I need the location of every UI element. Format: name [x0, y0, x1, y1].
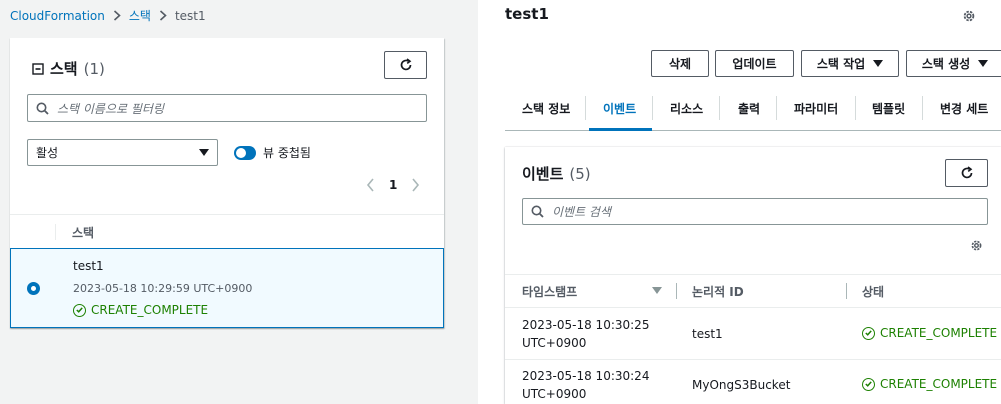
row-radio-selected[interactable] [27, 282, 40, 295]
chevron-right-icon [159, 10, 167, 21]
stacks-refresh-button[interactable] [384, 51, 427, 79]
delete-label: 삭제 [668, 57, 692, 71]
gear-icon[interactable] [962, 9, 976, 23]
chevron-right-icon[interactable] [411, 178, 420, 192]
active-tab-indicator [589, 128, 652, 131]
event-timestamp: 2023-05-18 10:30:24 [522, 369, 650, 383]
breadcrumb-stacks[interactable]: 스택 [129, 7, 151, 24]
column-separator [676, 283, 677, 299]
stacks-title: 스택 [50, 60, 78, 78]
stack-search-input[interactable]: 스택 이름으로 필터링 [27, 94, 427, 122]
tab-divider [922, 96, 923, 120]
tab-divider [719, 96, 720, 120]
page-title: test1 [505, 5, 549, 23]
success-icon [862, 377, 875, 391]
tab-divider [776, 96, 777, 120]
stack-actions-button[interactable]: 스택 작업 [801, 50, 899, 77]
column-separator [846, 283, 847, 299]
events-count: (5) [569, 164, 591, 183]
update-label: 업데이트 [732, 57, 777, 71]
breadcrumb-current: test1 [174, 8, 206, 23]
stack-status-text: CREATE_COMPLETE [91, 303, 209, 317]
breadcrumb-cloudformation[interactable]: CloudFormation [10, 9, 105, 23]
caret-down-icon [199, 149, 209, 156]
nested-view-toggle[interactable]: 뷰 중첩됨 [234, 144, 311, 161]
chevron-left-icon[interactable] [366, 178, 375, 192]
tabs-underline [505, 130, 1001, 131]
tab-change-sets[interactable]: 변경 세트 [940, 100, 988, 117]
create-stack-label: 스택 생성 [921, 57, 971, 71]
events-title: 이벤트 [522, 165, 564, 183]
tab-events[interactable]: 이벤트 [603, 100, 636, 117]
tab-divider [652, 96, 653, 120]
event-status-text: CREATE_COMPLETE [880, 377, 998, 391]
stack-date: 2023-05-18 10:29:59 UTC+0900 [73, 282, 253, 295]
tab-parameters[interactable]: 파라미터 [794, 100, 838, 117]
tab-template[interactable]: 템플릿 [872, 100, 905, 117]
column-header-timestamp[interactable]: 타임스탬프 [522, 283, 577, 300]
event-timestamp: 2023-05-18 10:30:25 [522, 318, 650, 332]
table-divider [10, 214, 444, 215]
caret-down-icon [873, 60, 884, 67]
stack-column-header[interactable]: 스택 [72, 224, 94, 241]
event-status: CREATE_COMPLETE [862, 377, 997, 391]
stacks-panel-header: 스택 (1) [32, 58, 105, 79]
tab-divider [855, 96, 856, 120]
tab-divider [585, 96, 586, 120]
event-logical-id: MyOngS3Bucket [692, 378, 791, 392]
collapse-icon[interactable] [32, 62, 44, 75]
events-header: 이벤트 (5) [522, 163, 591, 184]
breadcrumb: CloudFormation 스택 test1 [10, 7, 206, 24]
event-search-input[interactable]: 이벤트 검색 [522, 198, 988, 225]
selection-column-separator [55, 224, 56, 240]
column-header-status[interactable]: 상태 [862, 283, 884, 300]
page-number[interactable]: 1 [389, 178, 397, 192]
refresh-icon [400, 58, 411, 71]
chevron-right-icon [113, 10, 121, 21]
search-icon [531, 205, 544, 218]
status-filter-value: 활성 [36, 146, 59, 160]
nested-view-label: 뷰 중첩됨 [263, 146, 311, 160]
event-search-placeholder: 이벤트 검색 [552, 205, 612, 219]
stack-search-placeholder: 스택 이름으로 필터링 [57, 101, 164, 116]
table-row[interactable]: test1 2023-05-18 10:29:59 UTC+0900 CREAT… [10, 248, 444, 328]
table-row: 2023-05-18 10:30:25 UTC+0900 test1 CREAT… [505, 308, 1001, 359]
column-header-logical-id[interactable]: 논리적 ID [692, 283, 744, 300]
delete-button[interactable]: 삭제 [651, 50, 709, 77]
update-button[interactable]: 업데이트 [715, 50, 794, 77]
tab-outputs[interactable]: 출력 [738, 100, 760, 117]
stack-actions-label: 스택 작업 [816, 57, 866, 71]
stacks-count: (1) [83, 59, 105, 78]
tab-resources[interactable]: 리소스 [670, 100, 703, 117]
toggle-knob [236, 147, 246, 158]
refresh-icon [961, 166, 972, 179]
stack-name[interactable]: test1 [73, 259, 104, 273]
pagination: 1 [366, 178, 420, 192]
search-icon [36, 102, 49, 115]
event-status: CREATE_COMPLETE [862, 326, 997, 340]
create-stack-button[interactable]: 스택 생성 [906, 50, 1001, 77]
table-row: 2023-05-18 10:30:24 UTC+0900 MyOngS3Buck… [505, 360, 1001, 404]
stack-status: CREATE_COMPLETE [73, 303, 208, 317]
caret-down-icon [978, 60, 989, 67]
status-filter-select[interactable]: 활성 [27, 139, 218, 166]
toggle-switch[interactable] [234, 145, 256, 160]
events-table-top-border [505, 274, 1001, 275]
preferences-gear-icon[interactable] [970, 239, 983, 252]
events-refresh-button[interactable] [945, 159, 988, 187]
event-logical-id: test1 [692, 327, 723, 341]
event-status-text: CREATE_COMPLETE [880, 326, 998, 340]
event-timestamp-zone: UTC+0900 [522, 387, 587, 401]
event-timestamp-zone: UTC+0900 [522, 336, 587, 350]
tab-stack-info[interactable]: 스택 정보 [522, 100, 570, 117]
success-icon [862, 326, 875, 340]
sort-descending-icon[interactable] [652, 287, 662, 294]
success-icon [73, 303, 86, 317]
